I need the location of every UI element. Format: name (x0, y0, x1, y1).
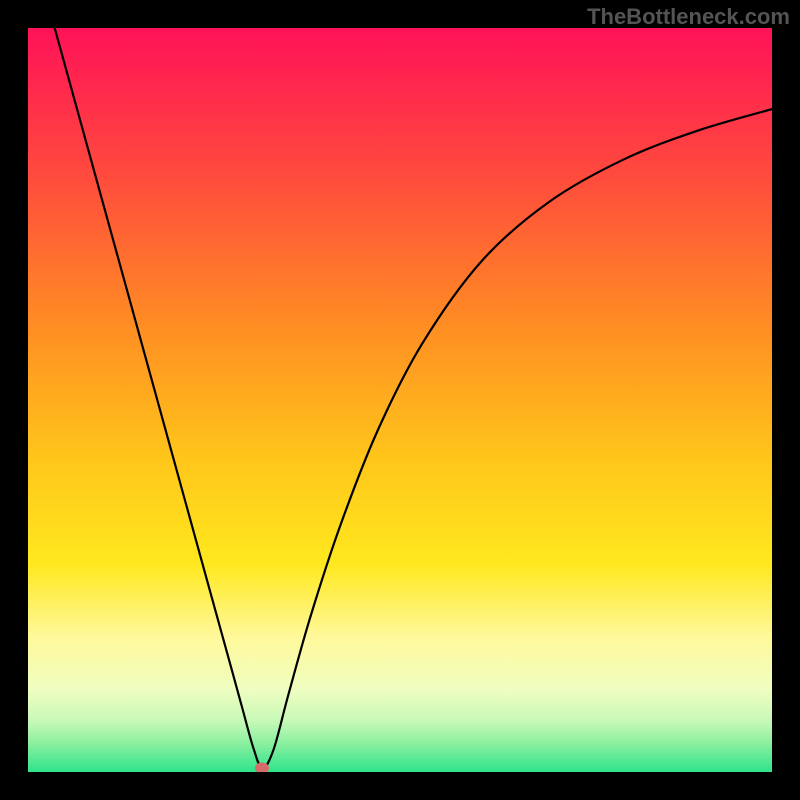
min-marker (255, 763, 269, 772)
bottleneck-curve (28, 28, 772, 768)
chart-frame: TheBottleneck.com (0, 0, 800, 800)
curve-layer (28, 28, 772, 772)
plot-area (28, 28, 772, 772)
branding-text: TheBottleneck.com (587, 4, 790, 30)
